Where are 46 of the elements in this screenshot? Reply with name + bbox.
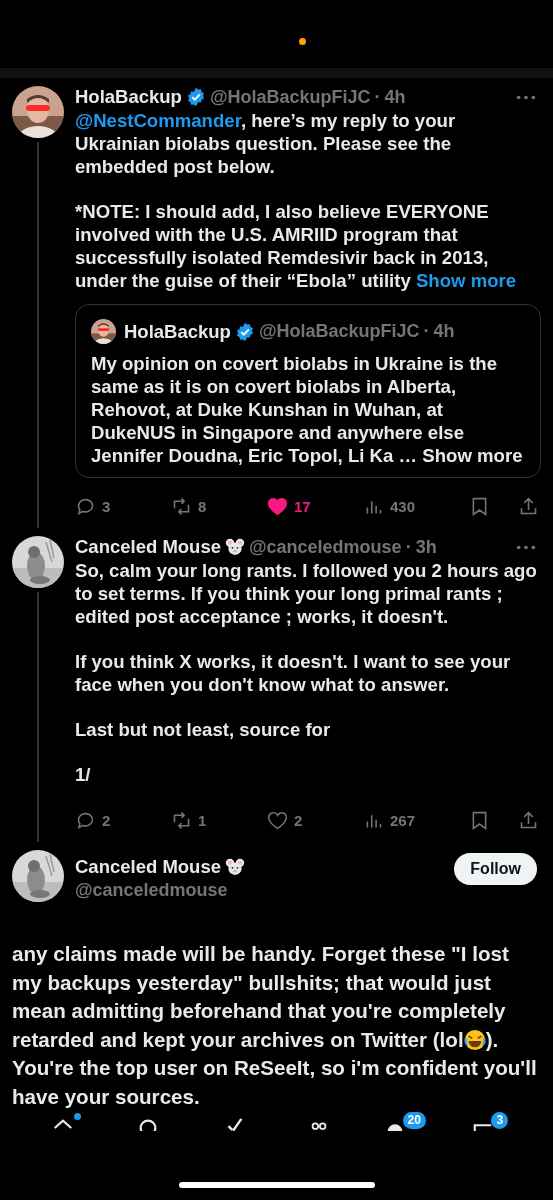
display-name: HolaBackup — [124, 320, 231, 343]
post-text: If you think X works, it doesn't. I want to see your face when you don't know what to answer. — [75, 650, 512, 696]
mouse-icon — [225, 537, 245, 557]
count-label: 3 — [102, 497, 111, 515]
like-icon[interactable] — [267, 809, 288, 831]
post-text: 1/ — [75, 763, 92, 786]
count-label: 1 — [198, 811, 207, 829]
username: @HolaBackupFiJC — [258, 321, 420, 342]
count-badge: 20 — [402, 1112, 426, 1129]
post-text: @NestCommander, here’s my reply to your Ukrainian biolabs question. Please see the embedded post below. — [75, 109, 457, 178]
verified-badge-icon — [234, 321, 255, 342]
display-name: Canceled Mouse — [75, 856, 221, 878]
username: @canceledmouse — [249, 536, 402, 558]
mention-link[interactable]: @NestCommander — [75, 110, 241, 131]
count-label: 8 — [198, 497, 207, 515]
count-label: 2 — [102, 811, 111, 829]
follow-button[interactable]: Follow — [454, 853, 537, 885]
mouse-icon — [225, 857, 245, 877]
show-more-link[interactable]: Show more — [415, 270, 517, 291]
separator-dot: · — [405, 536, 412, 558]
share-icon[interactable] — [518, 495, 539, 517]
timestamp: 4h — [433, 321, 455, 342]
show-more-link[interactable]: Show more — [422, 445, 523, 466]
count-label: 17 — [294, 497, 311, 515]
share-icon[interactable] — [518, 809, 539, 831]
post-text: *NOTE: I should add, I also believe EVERYONE involved with the U.S. AMRIID program that successfully isolated Remdesivir back in 2013, under the guise of their “Ebola” utility Show more — [75, 200, 518, 292]
count-label: 2 — [294, 811, 303, 829]
post-text: So, calm your long rants. I followed you 2 hours ago to set terms. If you think your long primal rants ; edited post acceptance ; works, it doesn't. — [75, 559, 538, 628]
post-text: any claims made will be handy. Forget these "I lost my backups yesterday" bullshits; that would just mean admitting beforehand that you're completely retarded and kept your archives on Twitter (lol ). You're the top user on ReSeeIt, so i'm confident you'll have your sources. — [12, 941, 538, 1110]
laughing-emoji-icon — [463, 1028, 486, 1051]
username: @HolaBackupFiJC — [209, 86, 371, 108]
count-badge: 3 — [491, 1112, 509, 1129]
quoted-post[interactable] — [75, 304, 541, 478]
quoted-text: My opinion on covert biolabs in Ukraine is the same as it is on covert biolabs in Alberta, Rehovot, at Duke Kunshan in Wuhan, at DukeNUS in Singapore and anywhere else Jennifer Doudna, Eric Topol, Li Ka … Show more — [91, 352, 524, 467]
count-label: 267 — [390, 811, 416, 829]
separator-dot: · — [423, 321, 430, 342]
separator-dot: · — [374, 86, 381, 108]
timestamp: 4h — [384, 86, 406, 108]
verified-badge-icon — [185, 87, 206, 107]
display-name: Canceled Mouse — [75, 536, 221, 558]
post-text: Last but not least, source for — [75, 718, 332, 741]
display-name: HolaBackup — [75, 86, 182, 108]
count-label: 430 — [390, 497, 416, 515]
like-icon[interactable] — [267, 495, 288, 517]
timestamp: 3h — [415, 536, 437, 558]
username: @canceledmouse — [75, 880, 229, 901]
